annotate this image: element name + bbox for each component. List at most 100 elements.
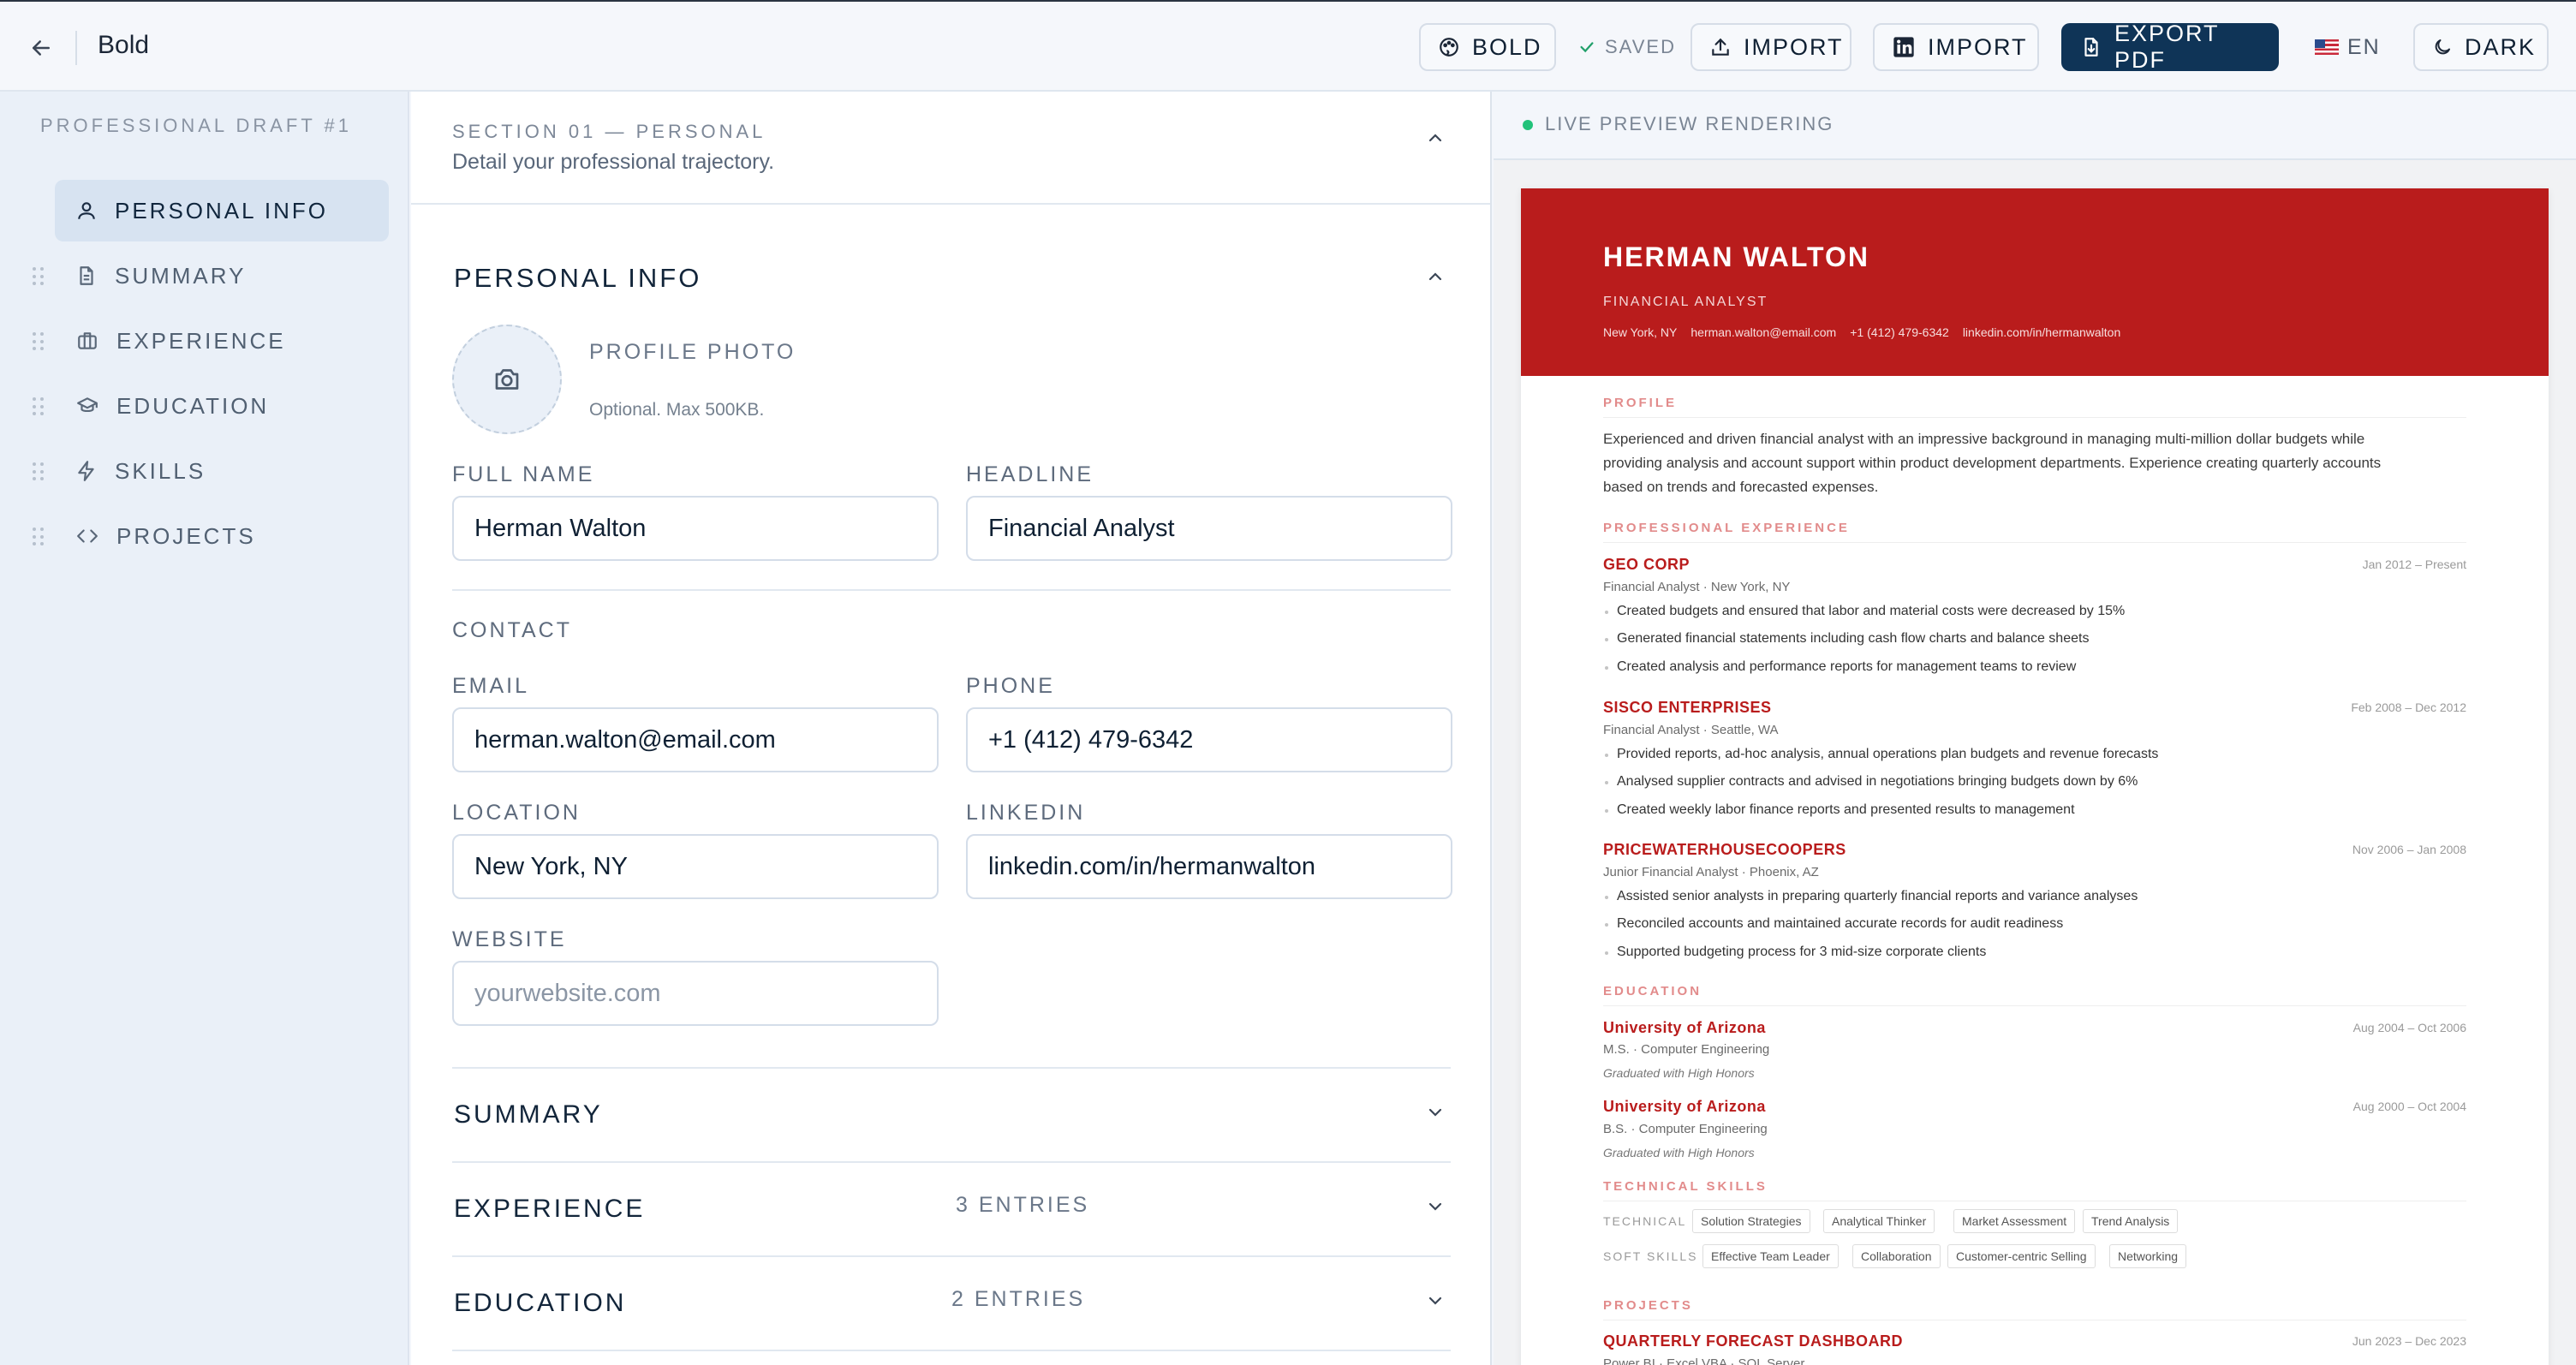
resume-profile-text: based on trends and forecasted expenses. [1603, 479, 1879, 495]
resume-section-heading: EDUCATION [1603, 984, 1702, 998]
check-icon [1580, 42, 1594, 53]
full-name-field[interactable] [452, 496, 939, 561]
app-title: Bold [98, 31, 150, 59]
resume-date: Jun 2023 – Dec 2023 [2352, 1334, 2466, 1348]
chevron-up-icon[interactable] [1423, 126, 1447, 150]
resume-bullet: Created analysis and performance reports… [1603, 659, 2076, 675]
dark-label: DARK [2465, 33, 2537, 60]
resume-degree: B.S. · Computer Engineering [1603, 1122, 1768, 1136]
resume-date: Nov 2006 – Jan 2008 [2352, 843, 2466, 856]
drag-handle-icon[interactable] [33, 397, 45, 416]
dark-mode-toggle[interactable]: DARK [2413, 23, 2549, 71]
divider [1603, 417, 2466, 418]
chevron-down-icon[interactable] [1423, 1289, 1447, 1313]
resume-header: HERMAN WALTON FINANCIAL ANALYST New York… [1521, 188, 2549, 376]
resume-email: herman.walton@email.com [1690, 325, 1837, 339]
import-button[interactable]: IMPORT [1690, 23, 1852, 71]
chevron-up-icon[interactable] [1423, 265, 1447, 289]
preview-status: LIVE PREVIEW RENDERING [1545, 113, 1834, 134]
linkedin-field[interactable] [966, 834, 1452, 899]
website-field[interactable] [452, 961, 939, 1026]
top-bar: Bold BOLD SAVED IMPORT IMPORT EXPORT PDF… [0, 0, 2576, 92]
sidebar-item-education[interactable]: EDUCATION [55, 375, 389, 437]
email-field[interactable] [452, 707, 939, 772]
briefcase-icon [78, 332, 97, 349]
skill-chip: Trend Analysis [2083, 1209, 2179, 1233]
sidebar-item-experience[interactable]: EXPERIENCE [55, 310, 389, 372]
experience-entry-count: 3 ENTRIES [956, 1193, 1090, 1217]
resume-name: HERMAN WALTON [1603, 241, 1870, 272]
sidebar-item-label: PROJECTS [116, 522, 256, 549]
personal-info-title: PERSONAL INFO [454, 263, 702, 293]
chevron-down-icon[interactable] [1423, 1195, 1447, 1219]
technical-skills-label: TECHNICAL [1603, 1214, 1687, 1228]
drag-handle-icon[interactable] [33, 462, 45, 481]
profile-photo-hint: Optional. Max 500KB. [589, 400, 765, 420]
resume-honors: Graduated with High Honors [1603, 1146, 1755, 1159]
divider [75, 31, 77, 65]
theme-button[interactable]: BOLD [1419, 23, 1556, 71]
linkedin-import-label: IMPORT [1928, 33, 2028, 60]
resume-project-tech: Power BI · Excel VBA · SQL Server [1603, 1356, 1805, 1365]
resume-company: SISCO ENTERPRISES [1603, 699, 1772, 716]
sidebar-item-skills[interactable]: SKILLS [55, 440, 389, 502]
divider [452, 1350, 1451, 1351]
sidebar-item-label: SUMMARY [115, 262, 247, 289]
skill-chip: Networking [2109, 1244, 2187, 1268]
section-kicker: SECTION 01 — PERSONAL [452, 121, 766, 142]
divider [452, 589, 1451, 591]
skill-chip: Solution Strategies [1692, 1209, 1810, 1233]
sidebar-item-personal-info[interactable]: PERSONAL INFO [55, 180, 389, 241]
resume-profile-text: providing analysis and account support w… [1603, 455, 2382, 471]
headline-field[interactable] [966, 496, 1452, 561]
skill-chip: Collaboration [1852, 1244, 1941, 1268]
profile-photo-label: PROFILE PHOTO [589, 340, 796, 364]
back-arrow-icon[interactable] [26, 33, 57, 63]
draft-title: PROFESSIONAL DRAFT #1 [40, 115, 352, 136]
divider [452, 1161, 1451, 1163]
resume-bullet: Provided reports, ad-hoc analysis, annua… [1603, 747, 2158, 762]
sidebar-item-projects[interactable]: PROJECTS [55, 505, 389, 567]
drag-handle-icon[interactable] [33, 332, 45, 351]
graduation-cap-icon [77, 397, 98, 413]
drag-handle-icon[interactable] [33, 528, 45, 546]
profile-photo-upload[interactable] [452, 325, 562, 434]
theme-label: BOLD [1472, 33, 1542, 60]
drag-handle-icon[interactable] [33, 267, 45, 286]
resume-linkedin: linkedin.com/in/hermanwalton [1962, 325, 2121, 339]
resume-bullet: Created weekly labor finance reports and… [1603, 802, 2075, 818]
moon-icon [2435, 39, 2450, 55]
location-field[interactable] [452, 834, 939, 899]
language-label: EN [2347, 34, 2381, 59]
email-label: EMAIL [452, 674, 530, 698]
education-accordion-title[interactable]: EDUCATION [454, 1289, 626, 1318]
skill-chip: Effective Team Leader [1702, 1244, 1839, 1268]
language-selector[interactable]: EN [2315, 23, 2381, 71]
skill-chip: Market Assessment [1953, 1209, 2076, 1233]
file-download-icon [2084, 38, 2098, 57]
saved-label: SAVED [1605, 36, 1676, 57]
resume-section-heading: PROFILE [1603, 396, 1678, 410]
resume-bullet: Generated financial statements including… [1603, 631, 2089, 647]
experience-accordion-title[interactable]: EXPERIENCE [454, 1195, 645, 1224]
resume-profile-text: Experienced and driven financial analyst… [1603, 431, 2365, 447]
summary-accordion-title[interactable]: SUMMARY [454, 1100, 603, 1130]
preview-panel: LIVE PREVIEW RENDERING HERMAN WALTON FIN… [1494, 92, 2576, 1365]
sidebar-item-label: SKILLS [115, 457, 206, 484]
resume-section-heading: PROJECTS [1603, 1298, 1693, 1313]
resume-project-name: QUARTERLY FORECAST DASHBOARD [1603, 1332, 1904, 1350]
website-label: WEBSITE [452, 927, 567, 951]
sidebar: PROFESSIONAL DRAFT #1 PERSONAL INFO SUMM… [0, 92, 409, 1365]
linkedin-import-button[interactable]: IMPORT [1873, 23, 2039, 71]
chevron-down-icon[interactable] [1423, 1100, 1447, 1124]
education-entry-count: 2 ENTRIES [951, 1287, 1086, 1311]
resume-honors: Graduated with High Honors [1603, 1066, 1755, 1080]
resume-school: University of Arizona [1603, 1019, 1766, 1036]
export-pdf-button[interactable]: EXPORT PDF [2061, 21, 2279, 73]
resume-degree: M.S. · Computer Engineering [1603, 1042, 1770, 1057]
section-header[interactable]: SECTION 01 — PERSONAL Detail your profes… [411, 92, 1490, 205]
resume-phone: +1 (412) 479-6342 [1850, 325, 1949, 339]
resume-bullet: Reconciled accounts and maintained accur… [1603, 916, 2063, 932]
phone-field[interactable] [966, 707, 1452, 772]
sidebar-item-summary[interactable]: SUMMARY [55, 245, 389, 307]
